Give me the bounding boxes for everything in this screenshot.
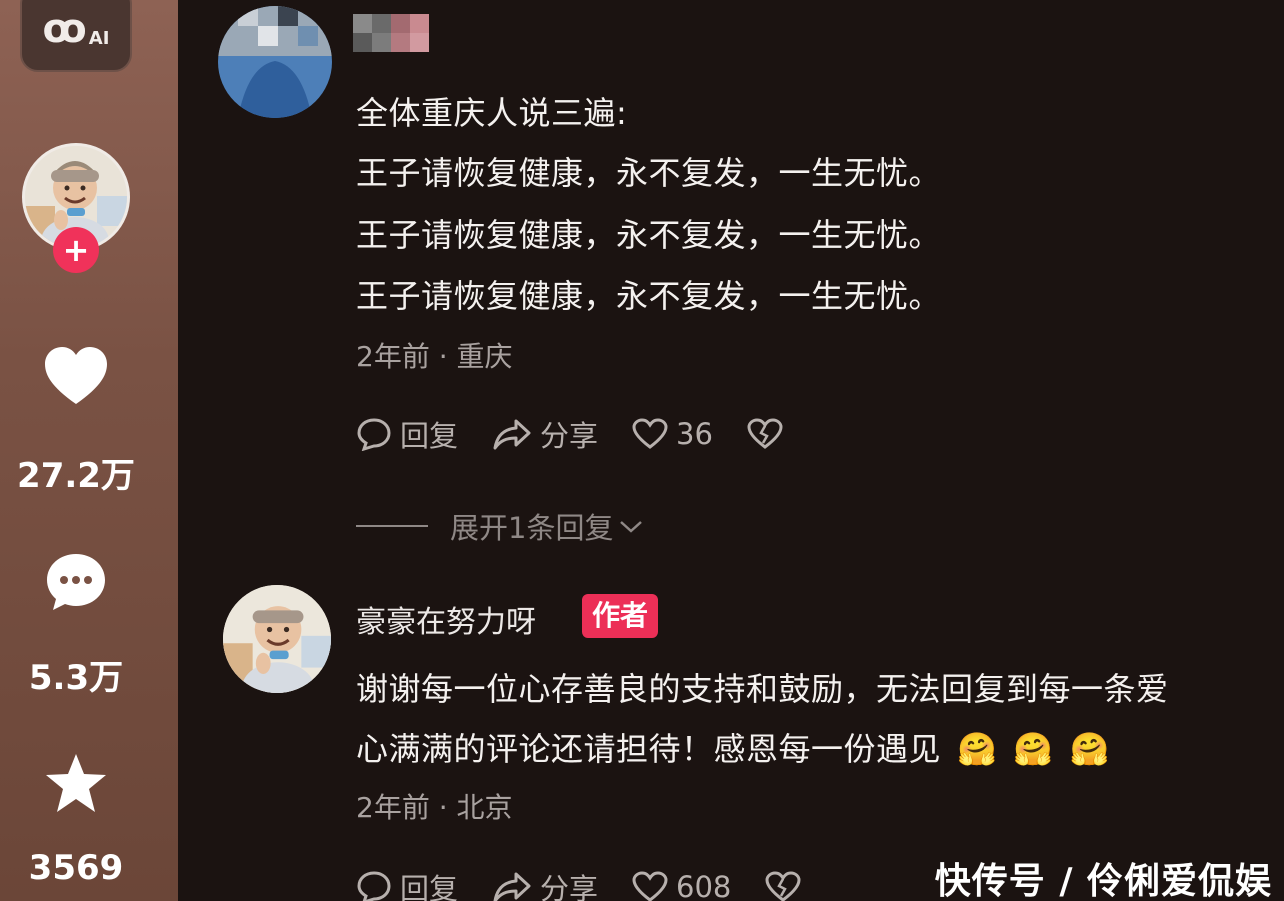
expand-divider [356, 525, 428, 527]
share-arrow-icon [493, 419, 531, 450]
author-name[interactable]: 豪豪在努力呀 [356, 597, 536, 641]
author-avatar[interactable] [223, 585, 331, 693]
comment-line: 王子请恢复健康，永不复发，一生无忧。 [356, 154, 942, 192]
expand-replies[interactable]: 展开1条回复 [356, 505, 645, 547]
like-button[interactable]: 608 [632, 870, 731, 901]
share-arrow-icon [493, 872, 531, 901]
share-button[interactable]: 分享 [492, 413, 598, 455]
heart-outline-icon [632, 871, 668, 901]
follow-plus-button[interactable]: + [53, 227, 99, 273]
comment-actions: 回复 分享 36 [356, 413, 825, 455]
commenter-avatar[interactable] [218, 6, 332, 118]
like-button[interactable]: 36 [632, 417, 713, 451]
ai-badge[interactable]: ꝏ AI [20, 0, 132, 72]
hug-emoji-icon: 🤗 [957, 730, 998, 768]
comment-line: 王子请恢复健康，永不复发，一生无忧。 [356, 216, 942, 254]
hug-emoji-icon: 🤗 [1069, 730, 1111, 768]
hug-emoji-icon: 🤗 [1013, 730, 1054, 768]
comment-bubble-icon[interactable] [0, 552, 152, 612]
comment-count: 5.3万 [28, 658, 124, 698]
reply-bubble-icon [357, 871, 391, 901]
share-button[interactable]: 分享 [492, 866, 598, 901]
username-redacted [353, 14, 429, 33]
action-rail: ꝏ AI + 27.2万 5.3万 3569 [0, 0, 178, 901]
comment-line: 王子请恢复健康，永不复发，一生无忧。 [356, 277, 942, 315]
watermark: 快传号 / 伶俐爱侃娱 [934, 861, 1272, 901]
like-count: 27.2万 [17, 456, 135, 496]
username-redacted-row2 [353, 33, 429, 52]
ai-logo-icon: ꝏ [42, 6, 87, 52]
heart-outline-icon [632, 418, 668, 449]
reply-button[interactable]: 回复 [356, 413, 458, 455]
comment-actions: 回复 分享 608 [356, 866, 843, 901]
reply-button[interactable]: 回复 [356, 866, 458, 901]
broken-heart-icon [765, 871, 801, 901]
comment-line: 全体重庆人说三遍: [356, 94, 628, 132]
comment-line-with-emoji: 心满满的评论还请担待！感恩每一份遇见 🤗 🤗 🤗 [356, 730, 1111, 768]
like-heart-icon[interactable] [0, 346, 152, 406]
broken-heart-icon [747, 418, 783, 449]
chevron-down-icon [620, 521, 643, 533]
author-tag-badge: 作者 [582, 594, 659, 638]
comment-meta: 2年前 · 重庆 [356, 340, 513, 373]
dislike-button[interactable] [765, 871, 809, 901]
favorite-star-icon[interactable] [0, 752, 152, 816]
dislike-button[interactable] [747, 418, 791, 450]
comment-meta: 2年前 · 北京 [356, 791, 513, 824]
favorite-count: 3569 [28, 848, 124, 888]
comment-line: 谢谢每一位心存善良的支持和鼓励，无法回复到每一条爱 [356, 670, 1169, 708]
reply-bubble-icon [357, 418, 391, 451]
